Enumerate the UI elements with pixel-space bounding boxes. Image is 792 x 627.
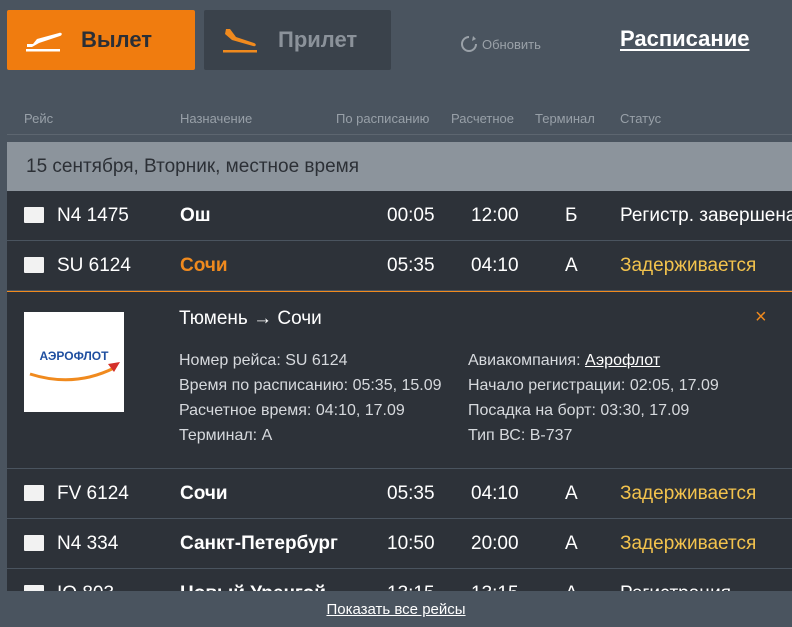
details-checkin-start: Начало регистрации: 02:05, 17.09 [468, 377, 719, 394]
column-header-flight: Рейс [24, 111, 54, 126]
details-airline: Авиакомпания: Аэрофлот [468, 352, 661, 369]
aeroflot-logo: АЭРОФЛОТ [24, 312, 124, 412]
header-divider [7, 134, 792, 135]
flight-terminal: А [565, 255, 578, 276]
flight-status: Задерживается [620, 533, 757, 554]
flight-number: N4 1475 [57, 205, 129, 226]
refresh-button[interactable]: Обновить [460, 35, 541, 53]
aeroflot-logo-text: АЭРОФЛОТ [40, 349, 110, 363]
flight-status: Регистрация [620, 569, 731, 591]
plane-landing-icon [223, 29, 257, 53]
footer: Показать все рейсы [0, 591, 792, 627]
column-header-terminal: Терминал [535, 111, 595, 126]
flight-terminal: Б [565, 205, 578, 226]
tab-departures-label: Вылет [81, 27, 153, 52]
flight-destination: Санкт-Петербург [180, 533, 338, 554]
flight-estimated-time: 04:10 [471, 483, 519, 504]
details-estimated-time: Расчетное время: 04:10, 17.09 [179, 402, 405, 419]
flight-terminal: А [565, 483, 578, 504]
airline-icon [24, 535, 44, 551]
plane-takeoff-icon [26, 32, 62, 52]
flight-number: IO 803 [57, 569, 114, 591]
flight-destination: Сочи [180, 483, 228, 504]
flight-status: Задерживается [620, 483, 757, 504]
flight-terminal: А [565, 533, 578, 554]
column-header-destination: Назначение [180, 111, 253, 126]
airline-icon [24, 207, 44, 223]
flight-row[interactable]: N4 1475 Ош 00:05 12:00 Б Регистр. заверш… [7, 191, 792, 241]
details-aircraft-type: Тип ВС: B-737 [468, 427, 573, 444]
airline-icon [24, 257, 44, 273]
flight-row-expanded[interactable]: SU 6124 Сочи 05:35 04:10 А Задерживается [7, 241, 792, 291]
flight-estimated-time: 20:00 [471, 533, 519, 554]
details-terminal: Терминал: А [179, 427, 273, 444]
refresh-icon [461, 36, 477, 52]
flight-scheduled-time: 05:35 [387, 483, 435, 504]
details-boarding: Посадка на борт: 03:30, 17.09 [468, 402, 690, 419]
close-icon[interactable]: × [755, 306, 767, 329]
airline-icon [24, 485, 44, 501]
flight-number: SU 6124 [57, 255, 131, 276]
details-route: Тюмень → Сочи [179, 308, 322, 329]
refresh-label: Обновить [482, 36, 541, 52]
flight-estimated-time: 04:10 [471, 255, 519, 276]
flights-table: N4 1475 Ош 00:05 12:00 Б Регистр. заверш… [7, 191, 792, 591]
flight-destination: Сочи [180, 255, 228, 276]
flight-number: FV 6124 [57, 483, 129, 504]
flight-row[interactable]: FV 6124 Сочи 05:35 04:10 А Задерживается [7, 469, 792, 519]
flight-number: N4 334 [57, 533, 119, 554]
flight-status: Регистр. завершена [620, 205, 792, 226]
flight-scheduled-time: 00:05 [387, 205, 435, 226]
flight-scheduled-time: 13:15 [387, 569, 435, 591]
flight-estimated-time: 12:00 [471, 205, 519, 226]
tab-arrivals[interactable]: Прилет [204, 10, 391, 70]
schedule-link[interactable]: Расписание [620, 26, 749, 52]
date-band: 15 сентября, Вторник, местное время [7, 142, 792, 191]
details-flight-number: Номер рейса: SU 6124 [179, 352, 348, 369]
flight-destination: Новый Уренгой [180, 569, 326, 591]
airline-link[interactable]: Аэрофлот [585, 352, 660, 369]
flight-row[interactable]: N4 334 Санкт-Петербург 10:50 20:00 А Зад… [7, 519, 792, 569]
flight-scheduled-time: 05:35 [387, 255, 435, 276]
flight-scheduled-time: 10:50 [387, 533, 435, 554]
details-scheduled-time: Время по расписанию: 05:35, 15.09 [179, 377, 442, 394]
flight-details-panel: АЭРОФЛОТ Тюмень → Сочи × Номер рейса: SU… [7, 291, 792, 469]
column-header-status: Статус [620, 111, 662, 126]
column-header-estimated: Расчетное [451, 111, 514, 126]
flight-destination: Ош [180, 205, 211, 226]
column-header-scheduled: По расписанию [336, 111, 430, 126]
tab-arrivals-label: Прилет [278, 27, 358, 52]
flight-estimated-time: 13:15 [471, 569, 519, 591]
show-all-flights-link[interactable]: Показать все рейсы [326, 601, 465, 618]
flight-terminal: А [565, 569, 578, 591]
flight-row[interactable]: IO 803 Новый Уренгой 13:15 13:15 А Регис… [7, 569, 792, 591]
flight-status: Задерживается [620, 255, 757, 276]
tab-departures[interactable]: Вылет [7, 10, 195, 70]
